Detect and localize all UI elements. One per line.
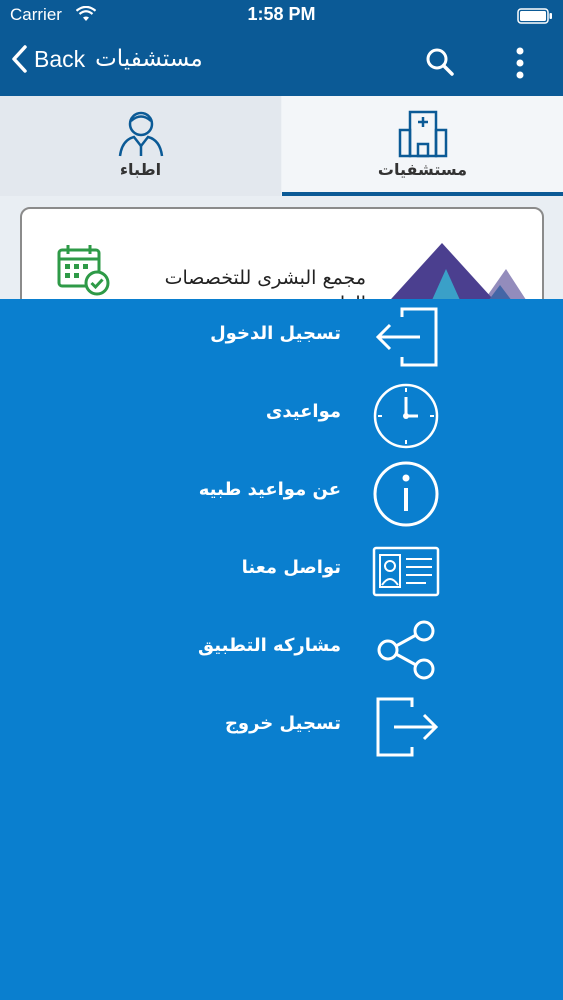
menu-item-login-label: تسجيل الدخول	[210, 323, 341, 344]
menu-item-contact-us-label: تواصل معنا	[241, 557, 341, 578]
more-options-icon[interactable]	[513, 46, 527, 84]
login-icon	[375, 307, 438, 367]
hospital-icon	[398, 110, 447, 158]
menu-item-logout[interactable]: تسجيل خروج	[0, 689, 563, 767]
menu-item-share-app[interactable]: مشاركه التطبيق	[0, 611, 563, 689]
menu-item-my-appointments[interactable]: مواعيدى	[0, 377, 563, 455]
chevron-left-icon	[12, 45, 27, 73]
search-icon[interactable]	[425, 47, 455, 81]
calendar-check-icon[interactable]	[56, 243, 110, 301]
back-button[interactable]: Back مستشفيات	[10, 44, 203, 74]
page-title: مستشفيات	[95, 46, 203, 72]
contact-card-icon	[372, 546, 440, 597]
doctor-icon	[118, 111, 163, 157]
menu-item-share-app-label: مشاركه التطبيق	[198, 635, 341, 656]
nav-bar: Back مستشفيات	[0, 30, 563, 96]
tab-doctors-label: اطباء	[119, 160, 162, 179]
menu-item-contact-us[interactable]: تواصل معنا	[0, 533, 563, 611]
clock-time: 1:58 PM	[247, 4, 316, 24]
info-icon	[373, 461, 439, 527]
share-icon	[377, 620, 435, 680]
status-bar: Carrier 1:58 PM	[0, 0, 563, 30]
battery-icon	[517, 8, 553, 28]
tab-hospitals[interactable]: مستشفيات	[282, 96, 563, 196]
menu-item-login[interactable]: تسجيل الدخول	[0, 299, 563, 377]
menu-item-my-appointments-label: مواعيدى	[265, 401, 341, 422]
menu-item-about-label: عن مواعيد طبيه	[198, 479, 341, 500]
tab-hospitals-label: مستشفيات	[377, 160, 468, 179]
clock-icon	[373, 383, 439, 449]
logout-icon	[376, 697, 439, 757]
tab-bar: اطباء مستشفيات	[0, 96, 563, 196]
side-drawer-menu: تسجيل الدخول مواعيدى عن مواعيد طبيه تواص…	[0, 299, 563, 1000]
tab-doctors[interactable]: اطباء	[0, 96, 281, 196]
back-label: Back	[34, 45, 86, 72]
menu-item-logout-label: تسجيل خروج	[224, 713, 341, 734]
menu-item-about[interactable]: عن مواعيد طبيه	[0, 455, 563, 533]
